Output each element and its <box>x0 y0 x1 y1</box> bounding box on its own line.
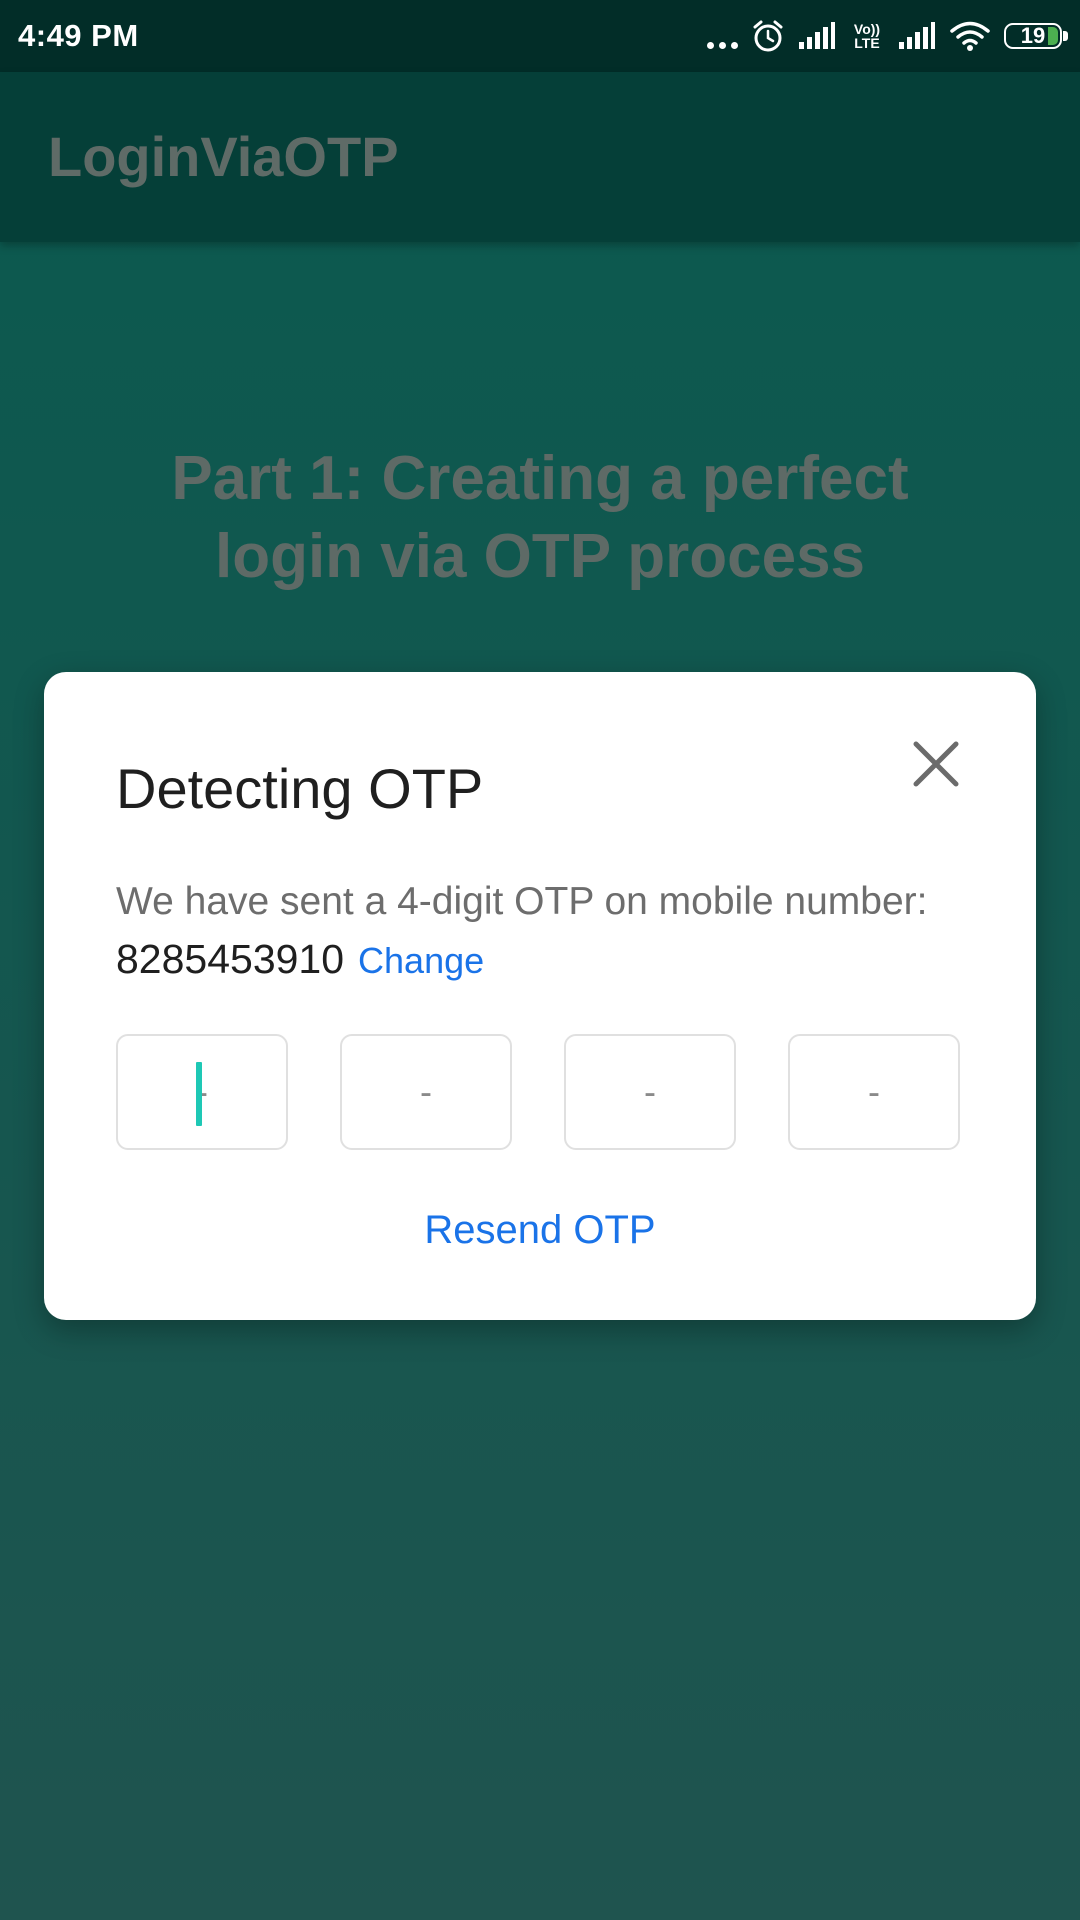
change-number-link[interactable]: Change <box>358 940 484 982</box>
app-title: LoginViaOTP <box>48 125 399 188</box>
phone-number: 8285453910 <box>116 936 345 982</box>
otp-digit-4-placeholder: - <box>868 1071 880 1112</box>
phone-row: 8285453910 Change <box>116 936 484 983</box>
volte-icon: Vo)) LTE <box>850 22 884 50</box>
status-icons: Vo)) LTE 19 <box>707 16 1068 56</box>
resend-otp-button[interactable]: Resend OTP <box>44 1208 1036 1253</box>
text-cursor <box>196 1062 202 1126</box>
status-bar: 4:49 PM Vo)) LTE 19 <box>0 0 1080 72</box>
more-dots-icon <box>707 21 738 51</box>
app-bar: LoginViaOTP <box>0 72 1080 242</box>
battery-icon: 19 <box>1004 23 1068 49</box>
otp-input-row: - - - - <box>116 1034 972 1154</box>
otp-message: We have sent a 4-digit OTP on mobile num… <box>116 880 928 923</box>
otp-digit-1[interactable]: - <box>116 1034 288 1150</box>
status-time: 4:49 PM <box>18 18 139 53</box>
wifi-icon <box>950 20 990 52</box>
otp-digit-3-placeholder: - <box>644 1071 656 1112</box>
background-heading: Part 1: Creating a perfect login via OTP… <box>171 444 909 591</box>
otp-digit-2-placeholder: - <box>420 1071 432 1112</box>
otp-digit-2[interactable]: - <box>340 1034 512 1150</box>
otp-digit-4[interactable]: - <box>788 1034 960 1150</box>
screen: 4:49 PM Vo)) LTE 19 LoginViaOTP Part 1: … <box>0 0 1080 1920</box>
close-icon <box>913 741 959 787</box>
close-button[interactable] <box>906 734 966 794</box>
battery-level: 19 <box>1020 23 1046 48</box>
otp-digit-3[interactable]: - <box>564 1034 736 1150</box>
signal-icon <box>898 21 936 51</box>
alarm-icon <box>752 19 784 53</box>
signal-icon <box>798 21 836 51</box>
volte-label: Vo)) LTE <box>853 21 881 51</box>
otp-dialog: Detecting OTP We have sent a 4-digit OTP… <box>44 672 1036 1320</box>
dialog-title: Detecting OTP <box>116 757 484 820</box>
